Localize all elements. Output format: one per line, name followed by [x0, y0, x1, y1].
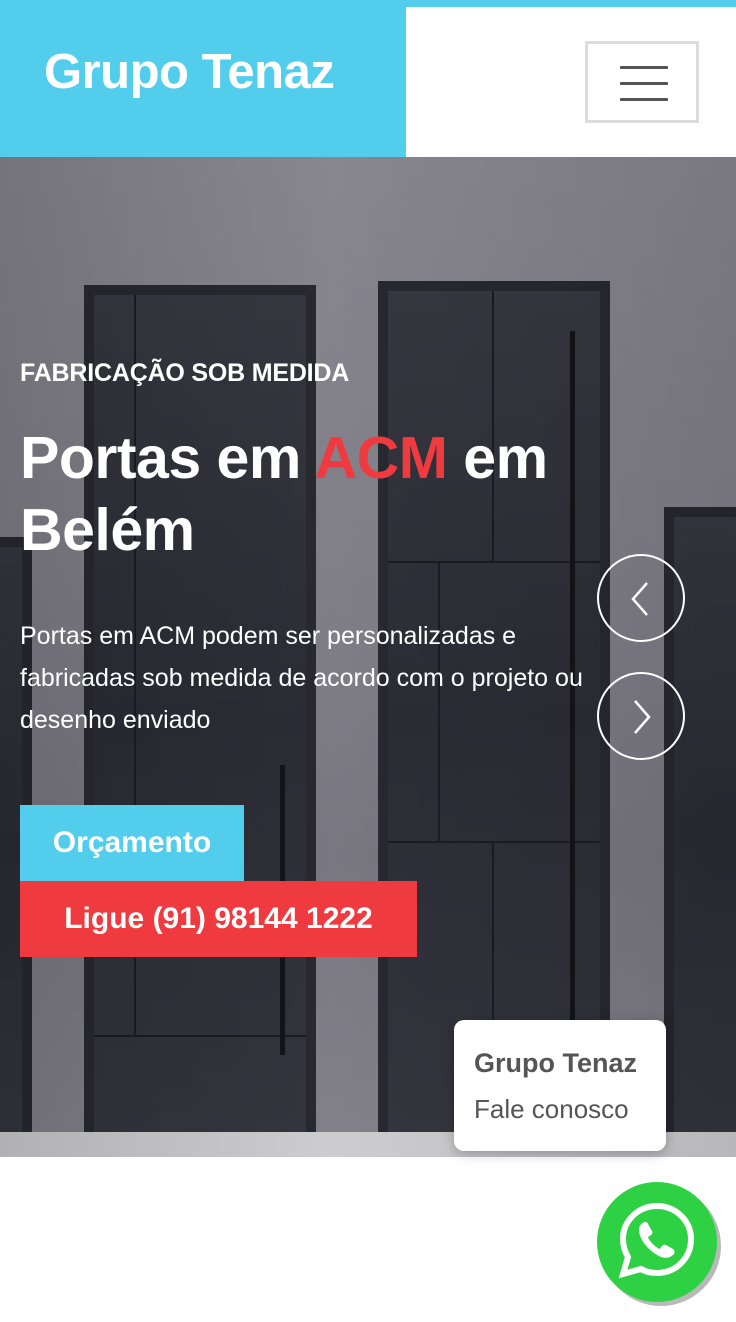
chat-popup[interactable]: Grupo Tenaz Fale conosco [454, 1020, 666, 1151]
hamburger-menu-icon [620, 66, 668, 69]
headline-accent: ACM [314, 425, 448, 491]
hero-headline: Portas em ACM em Belém [20, 422, 620, 566]
chat-subtitle: Fale conosco [474, 1094, 629, 1124]
quote-button[interactable]: Orçamento [20, 805, 244, 881]
chevron-right-icon [634, 700, 651, 734]
hamburger-bar [620, 98, 668, 101]
chat-title: Grupo Tenaz [474, 1048, 638, 1078]
hero-description: Portas em ACM podem ser personalizadas e… [20, 622, 583, 734]
whatsapp-icon [618, 1202, 695, 1279]
brand-logo-text[interactable]: Grupo Tenaz [44, 44, 335, 100]
site-header: Grupo Tenaz [0, 0, 736, 157]
hero-slider: FABRICAÇÃO SOB MEDIDA Portas em ACM em B… [0, 157, 736, 1157]
slider-next-button[interactable] [597, 672, 685, 760]
brand-box: Grupo Tenaz [0, 0, 406, 157]
chevron-left-icon [631, 582, 648, 616]
call-button[interactable]: Ligue (91) 98144 1222 [20, 881, 417, 957]
slider-prev-button[interactable] [597, 554, 685, 642]
hero-eyebrow: FABRICAÇÃO SOB MEDIDA [20, 359, 350, 387]
headline-text: Portas em [20, 425, 315, 491]
menu-toggle-button[interactable] [585, 41, 699, 123]
whatsapp-button[interactable] [597, 1182, 717, 1302]
hamburger-bar [620, 82, 668, 85]
